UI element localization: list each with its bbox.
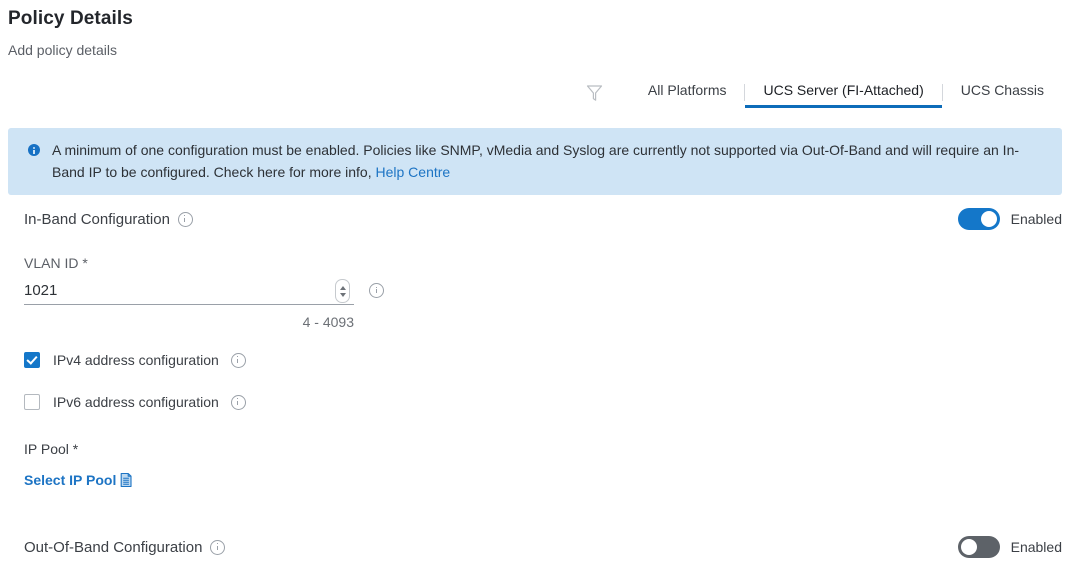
- info-icon[interactable]: [230, 394, 246, 410]
- out-of-band-configuration-label: Out-Of-Band Configuration: [24, 538, 203, 556]
- in-band-enabled-toggle[interactable]: [957, 208, 1000, 230]
- ipv4-address-configuration-label-group: IPv4 address configuration: [53, 352, 246, 368]
- in-band-configuration-label: In-Band Configuration: [24, 210, 170, 228]
- vlan-id-stepper[interactable]: [335, 279, 350, 303]
- info-icon[interactable]: [230, 352, 246, 368]
- out-of-band-toggle-group: Enabled: [957, 536, 1062, 558]
- select-ip-pool-button[interactable]: Select IP Pool: [24, 472, 133, 488]
- out-of-band-enabled-toggle[interactable]: [957, 536, 1000, 558]
- vlan-id-field: VLAN ID * 1021 4 - 4093: [0, 254, 1070, 330]
- info-banner-message: A minimum of one configuration must be e…: [52, 142, 1020, 180]
- info-icon[interactable]: [369, 283, 384, 298]
- page-title: Policy Details: [8, 8, 133, 29]
- info-icon[interactable]: [210, 539, 226, 555]
- vlan-id-input[interactable]: 1021: [24, 281, 335, 301]
- tab-ucs-server-fi-attached[interactable]: UCS Server (FI-Attached): [745, 81, 942, 108]
- in-band-configuration-label-group: In-Band Configuration: [24, 211, 193, 228]
- info-icon[interactable]: [177, 211, 193, 227]
- stepper-down-icon[interactable]: [339, 292, 346, 297]
- toggle-knob: [960, 539, 977, 555]
- out-of-band-configuration-row: Out-Of-Band Configuration Enabled: [0, 524, 1070, 570]
- tab-all-platforms[interactable]: All Platforms: [630, 81, 745, 108]
- vlan-id-label: VLAN ID *: [24, 255, 88, 271]
- ipv6-address-configuration-label-group: IPv6 address configuration: [53, 394, 246, 410]
- out-of-band-configuration-label-group: Out-Of-Band Configuration: [24, 538, 226, 556]
- help-centre-link[interactable]: Help Centre: [375, 164, 450, 180]
- in-band-toggle-group: Enabled: [957, 208, 1062, 230]
- ipv4-address-configuration-row: IPv4 address configuration: [0, 348, 1070, 372]
- vlan-id-range-hint: 4 - 4093: [302, 314, 354, 330]
- ipv6-address-configuration-label: IPv6 address configuration: [53, 394, 219, 410]
- info-circle-icon: [28, 144, 40, 156]
- document-list-icon: [119, 472, 133, 488]
- page-subtitle: Add policy details: [8, 42, 117, 58]
- ip-pool-label: IP Pool *: [24, 441, 79, 457]
- stepper-up-icon[interactable]: [339, 285, 346, 290]
- vlan-id-input-row: 1021: [24, 278, 384, 305]
- platform-filter-bar: All Platforms UCS Server (FI-Attached) U…: [582, 78, 1062, 108]
- ip-pool-block: IP Pool * Select IP Pool: [0, 440, 1070, 490]
- filter-funnel-icon[interactable]: [582, 80, 608, 106]
- in-band-configuration-row: In-Band Configuration Enabled: [0, 196, 1070, 242]
- policy-form: In-Band Configuration Enabled VLAN ID * …: [0, 196, 1070, 570]
- page-header: Policy Details Add policy details: [0, 0, 1070, 59]
- out-of-band-toggle-label: Enabled: [1010, 539, 1062, 555]
- info-banner: A minimum of one configuration must be e…: [8, 128, 1062, 195]
- toggle-knob: [980, 211, 997, 227]
- select-ip-pool-label: Select IP Pool: [24, 472, 117, 488]
- ipv6-address-configuration-checkbox[interactable]: [24, 394, 40, 410]
- in-band-toggle-label: Enabled: [1010, 211, 1062, 227]
- ipv4-address-configuration-label: IPv4 address configuration: [53, 352, 219, 368]
- info-banner-text: A minimum of one configuration must be e…: [52, 139, 1048, 183]
- platform-tab-group: All Platforms UCS Server (FI-Attached) U…: [630, 81, 1062, 108]
- ipv4-address-configuration-checkbox[interactable]: [24, 352, 40, 368]
- tab-ucs-chassis[interactable]: UCS Chassis: [943, 81, 1062, 108]
- ipv6-address-configuration-row: IPv6 address configuration: [0, 390, 1070, 414]
